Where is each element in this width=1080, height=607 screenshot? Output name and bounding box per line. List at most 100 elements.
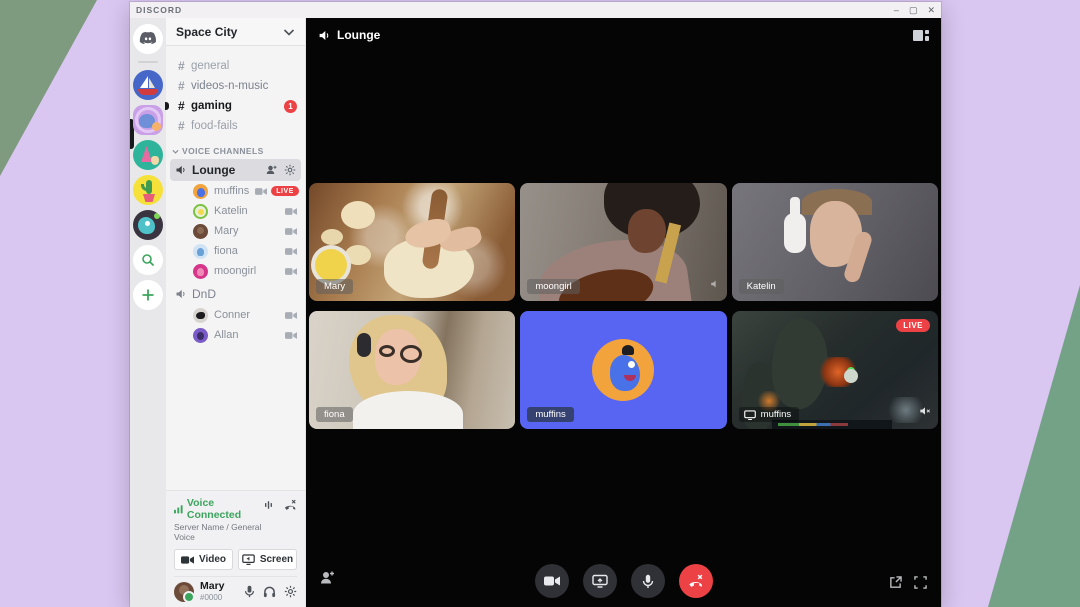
voice-connected-label: Voice Connected: [186, 497, 242, 522]
disconnect-call-icon[interactable]: [283, 499, 297, 511]
server-icon-sailboat[interactable]: [133, 70, 163, 100]
voice-member-mary[interactable]: Mary: [166, 221, 305, 241]
voice-channel-label: Lounge: [192, 163, 236, 177]
invite-to-voice-icon[interactable]: [266, 164, 278, 175]
voice-member-fiona[interactable]: fiona: [166, 241, 305, 261]
video-grid: Mary moongirl Katelin fiona muffins LIVE…: [309, 183, 938, 429]
headphones-icon[interactable]: [263, 585, 276, 598]
voice-channel-dnd[interactable]: DnD: [170, 283, 301, 305]
monster-icon-eye: [145, 221, 150, 226]
server-icon-teal-creature[interactable]: [133, 140, 163, 170]
server-icon-cactus[interactable]: [133, 175, 163, 205]
channel-general[interactable]: # general: [166, 56, 305, 76]
channel-gaming[interactable]: # gaming 1: [165, 96, 305, 116]
speaker-icon: [176, 289, 185, 299]
server-rail: [130, 18, 166, 607]
mention-badge: 1: [284, 99, 297, 113]
disconnect-button[interactable]: [678, 564, 713, 598]
sailboat-icon-sail: [149, 78, 155, 88]
screen-icon: [242, 554, 255, 566]
participant-name: muffins: [760, 409, 792, 420]
video-tile-muffins-avatar[interactable]: muffins: [520, 311, 727, 429]
voice-member-moongirl[interactable]: moongirl: [166, 261, 305, 281]
server-icon-monster-avatar[interactable]: [133, 210, 163, 240]
cactus-icon-arm: [141, 184, 147, 191]
channel-label: general: [191, 60, 230, 72]
hash-icon: #: [178, 59, 185, 73]
discord-window: DISCORD – ▢ ✕ Space City # general # vid…: [130, 2, 941, 607]
hash-icon: #: [178, 79, 185, 93]
noise-suppression-icon[interactable]: [262, 499, 275, 511]
channel-food-fails[interactable]: # food-fails: [166, 116, 305, 136]
voice-channels-section-header[interactable]: VOICE CHANNELS: [166, 136, 305, 159]
screen-icon: [743, 409, 756, 420]
stream-muted-icon[interactable]: [919, 404, 931, 422]
voice-status-panel: Voice Connected Server Name / General Vo…: [166, 490, 305, 607]
gear-icon[interactable]: [284, 585, 297, 598]
member-name: fiona: [214, 245, 238, 257]
member-name: moongirl: [214, 265, 257, 277]
close-button[interactable]: ✕: [927, 5, 935, 15]
fullscreen-button[interactable]: [914, 576, 927, 589]
voice-member-allan[interactable]: Allan: [166, 325, 305, 345]
voice-channel-label: DnD: [192, 287, 217, 301]
voice-member-katelin[interactable]: Katelin: [166, 201, 305, 221]
popout-button[interactable]: [889, 576, 902, 589]
discord-home-button[interactable]: [133, 24, 163, 54]
decor-triangle-top-left: [0, 0, 97, 176]
member-name: Allan: [214, 329, 239, 341]
call-controls: [306, 564, 941, 598]
video-frame: [843, 369, 858, 383]
channel-label: food-fails: [191, 120, 238, 132]
member-name: muffins: [214, 185, 250, 197]
server-header-dropdown[interactable]: Space City: [166, 18, 305, 46]
screen-share-button[interactable]: Screen: [238, 549, 297, 571]
camera-on-icon: [285, 207, 297, 215]
explore-servers-button[interactable]: [133, 245, 163, 275]
video-tile-moongirl[interactable]: moongirl: [520, 183, 727, 301]
voice-location-label[interactable]: Server Name / General Voice: [174, 522, 262, 542]
video-tile-katelin[interactable]: Katelin: [731, 183, 938, 301]
voice-member-conner[interactable]: Conner: [166, 305, 305, 325]
minimize-button[interactable]: –: [894, 5, 899, 15]
voice-channel-lounge[interactable]: Lounge: [170, 159, 301, 181]
mute-microphone-button[interactable]: [630, 564, 665, 598]
voice-member-muffins[interactable]: muffins LIVE: [166, 181, 305, 201]
video-button[interactable]: Video: [174, 549, 233, 571]
avatar: [592, 339, 655, 401]
video-tile-fiona[interactable]: fiona: [309, 311, 516, 429]
window-titlebar[interactable]: DISCORD – ▢ ✕: [130, 2, 941, 18]
channel-sidebar: Space City # general # videos-n-music #: [165, 18, 306, 607]
video-tile-muffins-stream[interactable]: LIVE muffins: [731, 311, 938, 429]
toggle-camera-button[interactable]: [534, 564, 569, 598]
genie-avatar-icon: [610, 355, 641, 391]
hash-icon: #: [178, 99, 185, 113]
add-server-button[interactable]: [133, 280, 163, 310]
channel-videos-n-music[interactable]: # videos-n-music: [166, 76, 305, 96]
monster-icon-leaf: [154, 213, 160, 219]
discord-logo-icon: [139, 31, 156, 45]
window-title: DISCORD: [136, 5, 183, 15]
video-frame: [379, 345, 422, 363]
chevron-down-icon: [172, 149, 179, 154]
voice-channel-header: Lounge: [306, 18, 941, 52]
grid-view-toggle[interactable]: [913, 29, 929, 41]
search-icon: [142, 254, 155, 267]
maximize-button[interactable]: ▢: [909, 5, 918, 15]
gear-icon[interactable]: [284, 164, 296, 176]
grid-view-icon-cells: [925, 29, 929, 41]
video-tile-mary[interactable]: Mary: [309, 183, 516, 301]
channel-label: videos-n-music: [191, 80, 269, 92]
share-screen-button[interactable]: [582, 564, 617, 598]
participant-nametag: Mary: [316, 279, 354, 294]
user-avatar[interactable]: [174, 581, 195, 603]
username: Mary: [200, 580, 225, 593]
grid-view-icon: [913, 29, 923, 41]
disconnect-call-icon: [689, 574, 703, 587]
camera-on-icon: [285, 247, 297, 255]
server-icon-space-city-selected[interactable]: [133, 105, 163, 135]
microphone-icon[interactable]: [244, 585, 255, 598]
video-frame: [353, 391, 463, 429]
desktop-background: DISCORD – ▢ ✕ Space City # general # vid…: [0, 0, 1080, 607]
server-name: Space City: [176, 24, 238, 39]
